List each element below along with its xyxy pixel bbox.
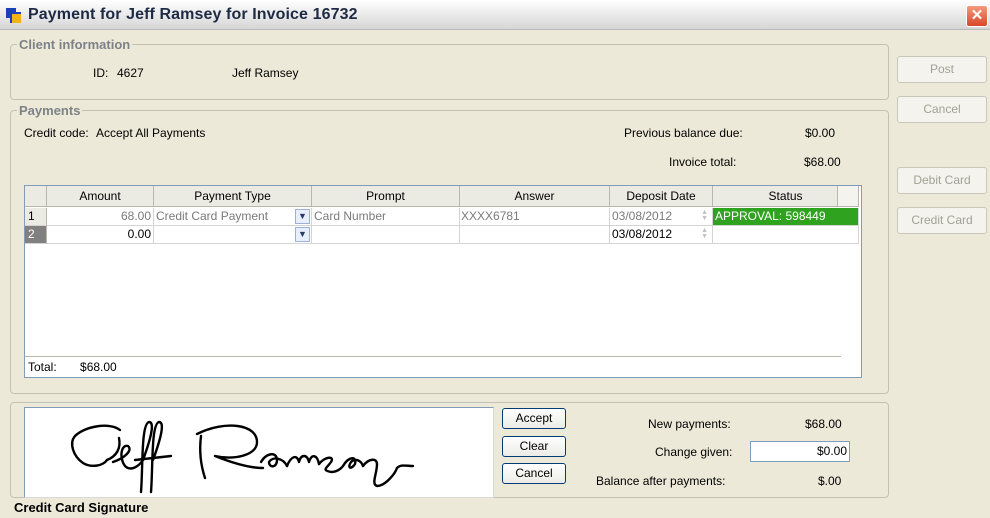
credit-card-button[interactable]: Credit Card [897,207,987,234]
total-row: Total: $68.00 [25,356,841,377]
spinner-icon[interactable]: ▲ ▼ [701,209,708,222]
app-icon [6,8,22,24]
total-value: $68.00 [80,360,117,374]
signature-label: Credit Card Signature [14,500,149,515]
cancel-side-button[interactable]: Cancel [897,96,987,123]
answer-cell[interactable] [460,226,610,244]
credit-code-value: Accept All Payments [96,126,206,140]
dropdown-arrow-icon[interactable]: ▼ [295,209,310,224]
invoice-total-label: Invoice total: [669,155,737,169]
column-header-prompt[interactable]: Prompt [312,186,460,207]
signature-drawing [71,420,415,494]
previous-balance-label: Previous balance due: [624,126,743,140]
clear-button[interactable]: Clear [502,436,566,457]
answer-cell[interactable]: XXXX6781 [460,208,610,226]
dropdown-arrow-icon[interactable]: ▼ [295,227,310,242]
cancel-signature-button[interactable]: Cancel [502,463,566,484]
row-header-corner [25,186,47,207]
close-button[interactable]: ✕ [966,5,988,27]
accept-button[interactable]: Accept [502,408,566,429]
spinner-icon[interactable]: ▲ ▼ [701,227,708,240]
deposit-date-value: 03/08/2012 [612,227,673,241]
payment-type-value: Credit Card Payment [156,209,269,223]
new-payments-label: New payments: [648,417,731,431]
deposit-date-cell[interactable]: 03/08/2012 ▲ ▼ [610,226,713,244]
prompt-cell[interactable]: Card Number [312,208,460,226]
client-id-value: 4627 [117,66,144,80]
row-number[interactable]: 2 [25,226,47,244]
amount-cell[interactable]: 0.00 [47,226,154,244]
payments-legend: Payments [19,103,81,118]
prompt-cell[interactable] [312,226,460,244]
client-info-legend: Client information [19,37,131,52]
balance-after-value: $.00 [818,474,842,488]
title-bar: Payment for Jeff Ramsey for Invoice 1673… [0,0,990,30]
invoice-total-value: $68.00 [804,155,841,169]
amount-cell[interactable]: 68.00 [47,208,154,226]
status-cell[interactable] [713,226,859,244]
column-header-extra [837,186,859,207]
deposit-date-value: 03/08/2012 [612,209,673,223]
previous-balance-value: $0.00 [805,126,836,140]
signature-pad[interactable] [24,407,494,498]
payments-grid[interactable]: Amount Payment Type Prompt Answer Deposi… [24,185,862,378]
payment-type-cell[interactable]: ▼ [154,226,312,244]
row-number[interactable]: 1 [25,208,47,226]
client-name: Jeff Ramsey [232,66,299,80]
deposit-date-cell[interactable]: 03/08/2012 ▲ ▼ [610,208,713,226]
status-cell[interactable]: APPROVAL: 598449 [713,208,859,226]
credit-code-label: Credit code: [24,126,89,140]
column-header-payment-type[interactable]: Payment Type [154,186,312,207]
column-header-deposit-date[interactable]: Deposit Date [610,186,713,207]
post-button[interactable]: Post [897,56,987,83]
change-given-label: Change given: [655,445,733,459]
balance-after-label: Balance after payments: [596,474,726,488]
payment-type-cell[interactable]: Credit Card Payment ▼ [154,208,312,226]
column-header-answer[interactable]: Answer [460,186,610,207]
column-header-amount[interactable]: Amount [47,186,154,207]
client-id-label: ID: [93,66,109,80]
window-title: Payment for Jeff Ramsey for Invoice 1673… [28,6,358,23]
debit-card-button[interactable]: Debit Card [897,167,987,194]
new-payments-value: $68.00 [805,417,842,431]
total-label: Total: [28,360,57,374]
change-given-input[interactable]: $0.00 [750,441,850,462]
